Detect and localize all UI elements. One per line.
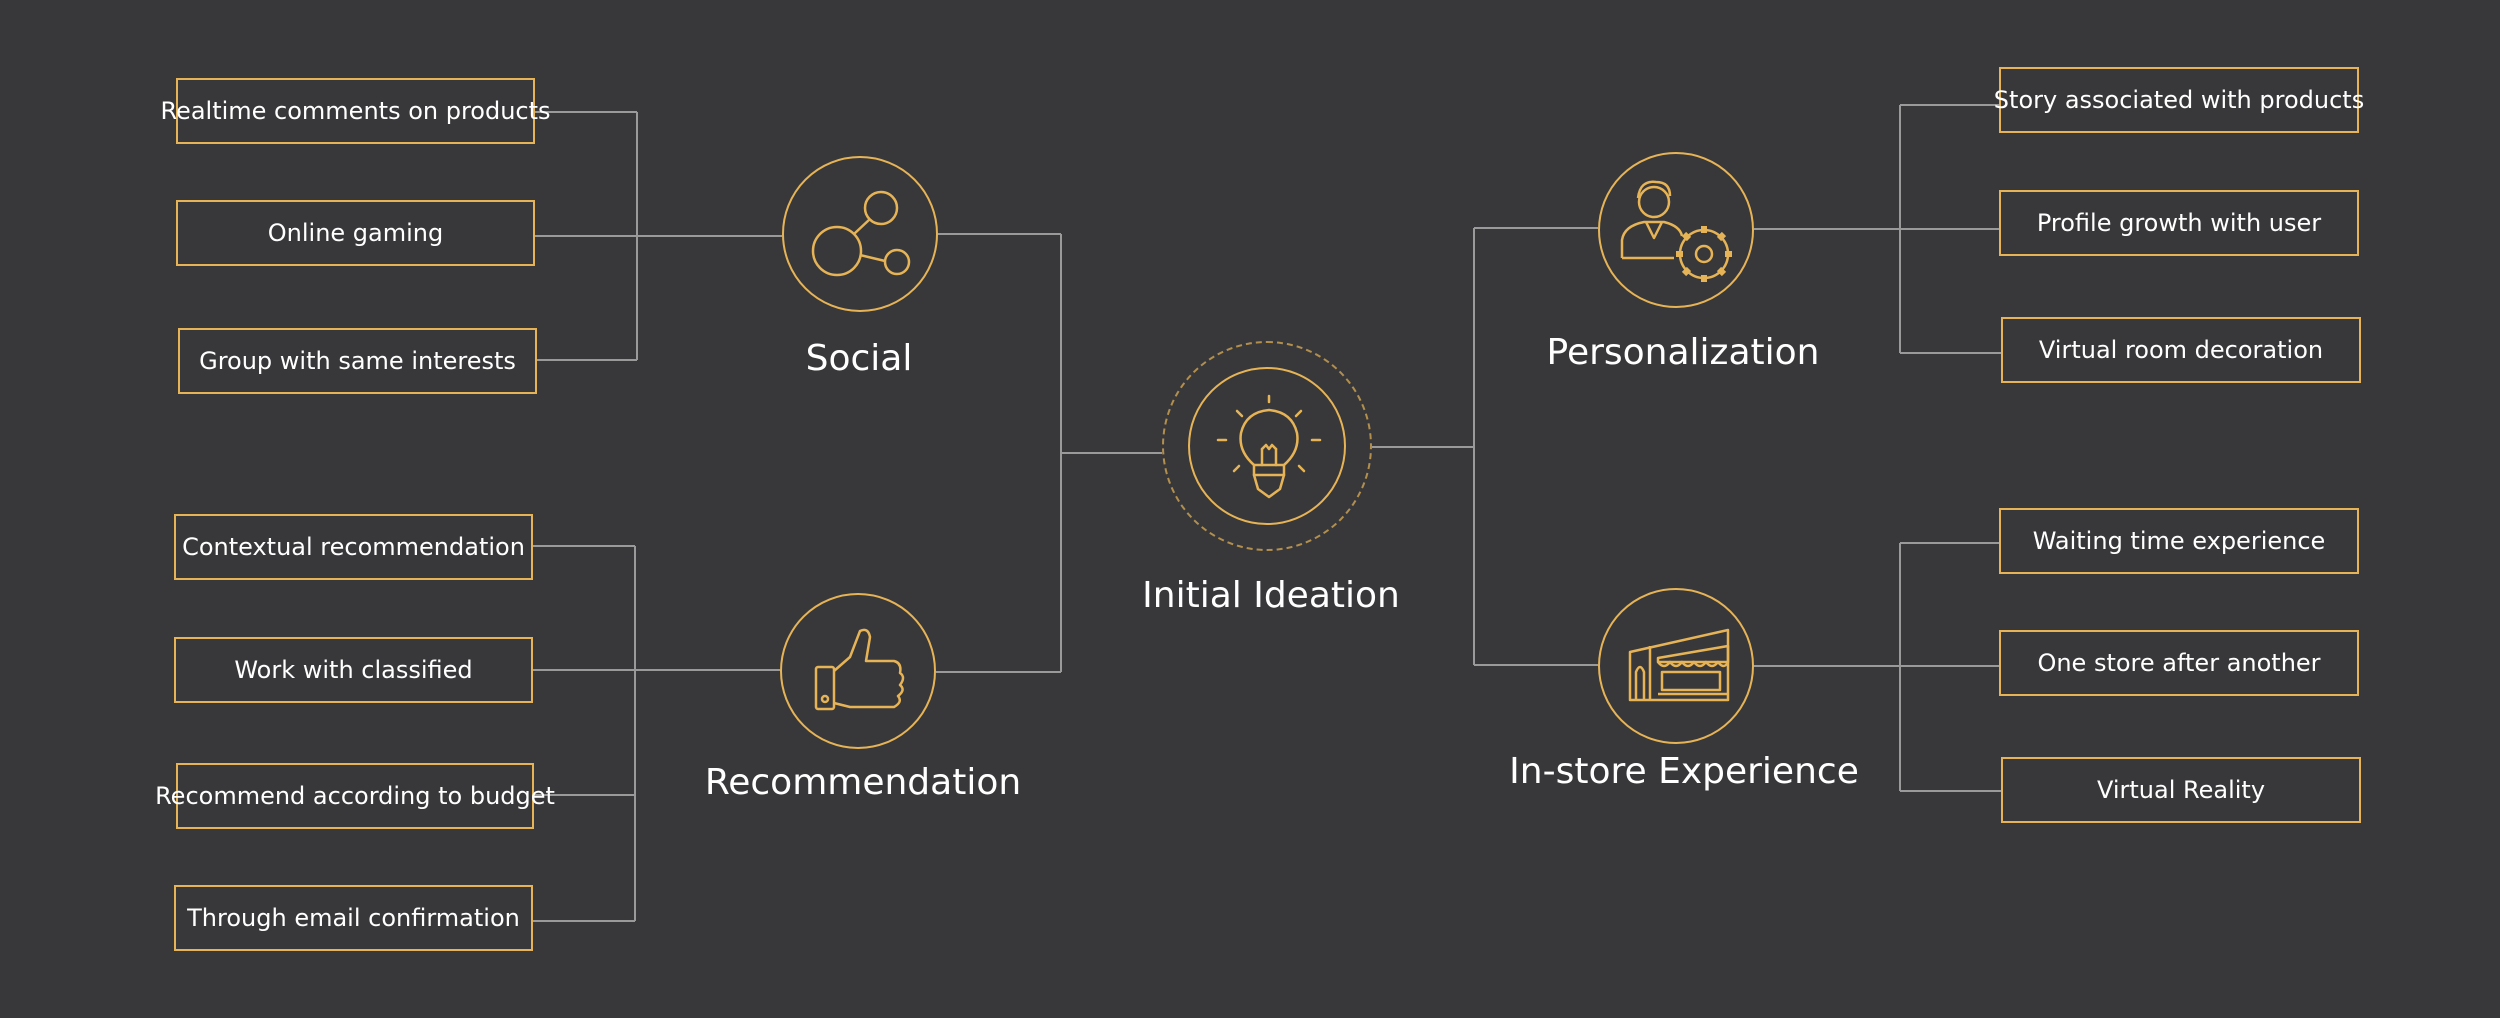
instore-item-virtual-reality: Virtual Reality [2001,757,2361,823]
personalization-item-profile-growth: Profile growth with user [1999,190,2359,256]
personalization-label: Personalization [1546,332,1820,373]
recommendation-label: Recommendation [704,762,1022,803]
personalization-node [1598,152,1754,308]
instore-label: In-store Experience [1509,751,1859,792]
instore-item-waiting-time: Waiting time experience [1999,508,2359,574]
recommendation-item-classified: Work with classified [174,637,533,703]
share-network-icon [811,190,911,277]
recommendation-node [780,593,936,749]
instore-item-one-store: One store after another [1999,630,2359,696]
recommendation-item-contextual: Contextual recommendation [174,514,533,580]
center-label: Initial Ideation [1142,575,1400,616]
social-item-group-interests: Group with same interests [178,328,537,394]
user-gear-icon [1620,180,1732,282]
recommendation-item-budget: Recommend according to budget [155,763,555,829]
social-label: Social [805,338,913,379]
recommendation-item-email: Through email confirmation [174,885,533,951]
social-node [782,156,938,312]
center-node [1188,367,1346,525]
social-item-online-gaming: Online gaming [176,200,535,266]
lightbulb-icon [1216,394,1322,499]
thumbs-up-icon [814,628,905,711]
social-item-realtime-comments: Realtime comments on products [160,78,551,144]
instore-node [1598,588,1754,744]
storefront-icon [1628,628,1730,702]
personalization-item-room-decoration: Virtual room decoration [2001,317,2361,383]
personalization-item-story: Story associated with products [1994,67,2364,133]
